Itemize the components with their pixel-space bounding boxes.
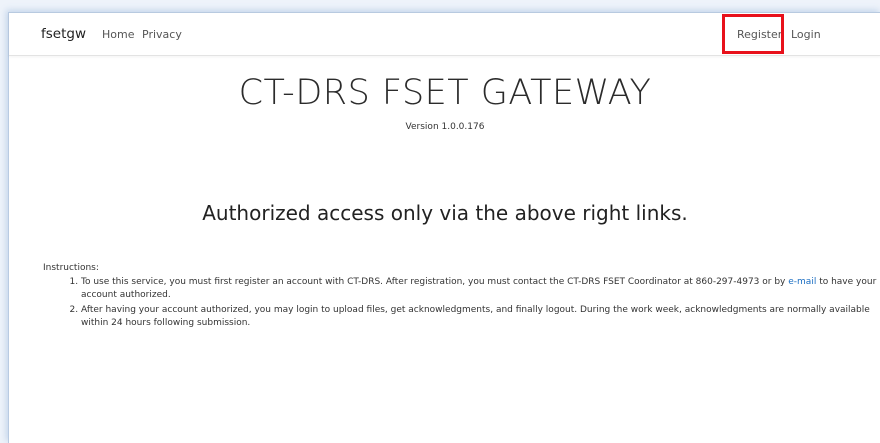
- nav-home-link[interactable]: Home: [102, 28, 134, 41]
- nav-privacy-link[interactable]: Privacy: [142, 28, 182, 41]
- instruction-item-2: After having your account authorized, yo…: [81, 304, 880, 330]
- version-text: Version 1.0.0.176: [405, 122, 485, 132]
- page-title: CT-DRS FSET GATEWAY: [238, 73, 652, 113]
- nav-login-link[interactable]: Login: [791, 28, 821, 41]
- top-navbar: fsetgw Home Privacy Register Login: [9, 13, 880, 56]
- instruction-item-1: To use this service, you must first regi…: [81, 276, 880, 302]
- instruction-1-text-before: To use this service, you must first regi…: [81, 277, 789, 287]
- instructions-list: To use this service, you must first regi…: [43, 276, 880, 332]
- access-headline: Authorized access only via the above rig…: [202, 201, 688, 225]
- email-link[interactable]: e-mail: [788, 277, 816, 287]
- brand-link[interactable]: fsetgw: [41, 26, 86, 42]
- register-highlight-box: [722, 14, 784, 54]
- instructions-label: Instructions:: [43, 263, 99, 273]
- browser-page: fsetgw Home Privacy Register Login CT-DR…: [8, 12, 880, 443]
